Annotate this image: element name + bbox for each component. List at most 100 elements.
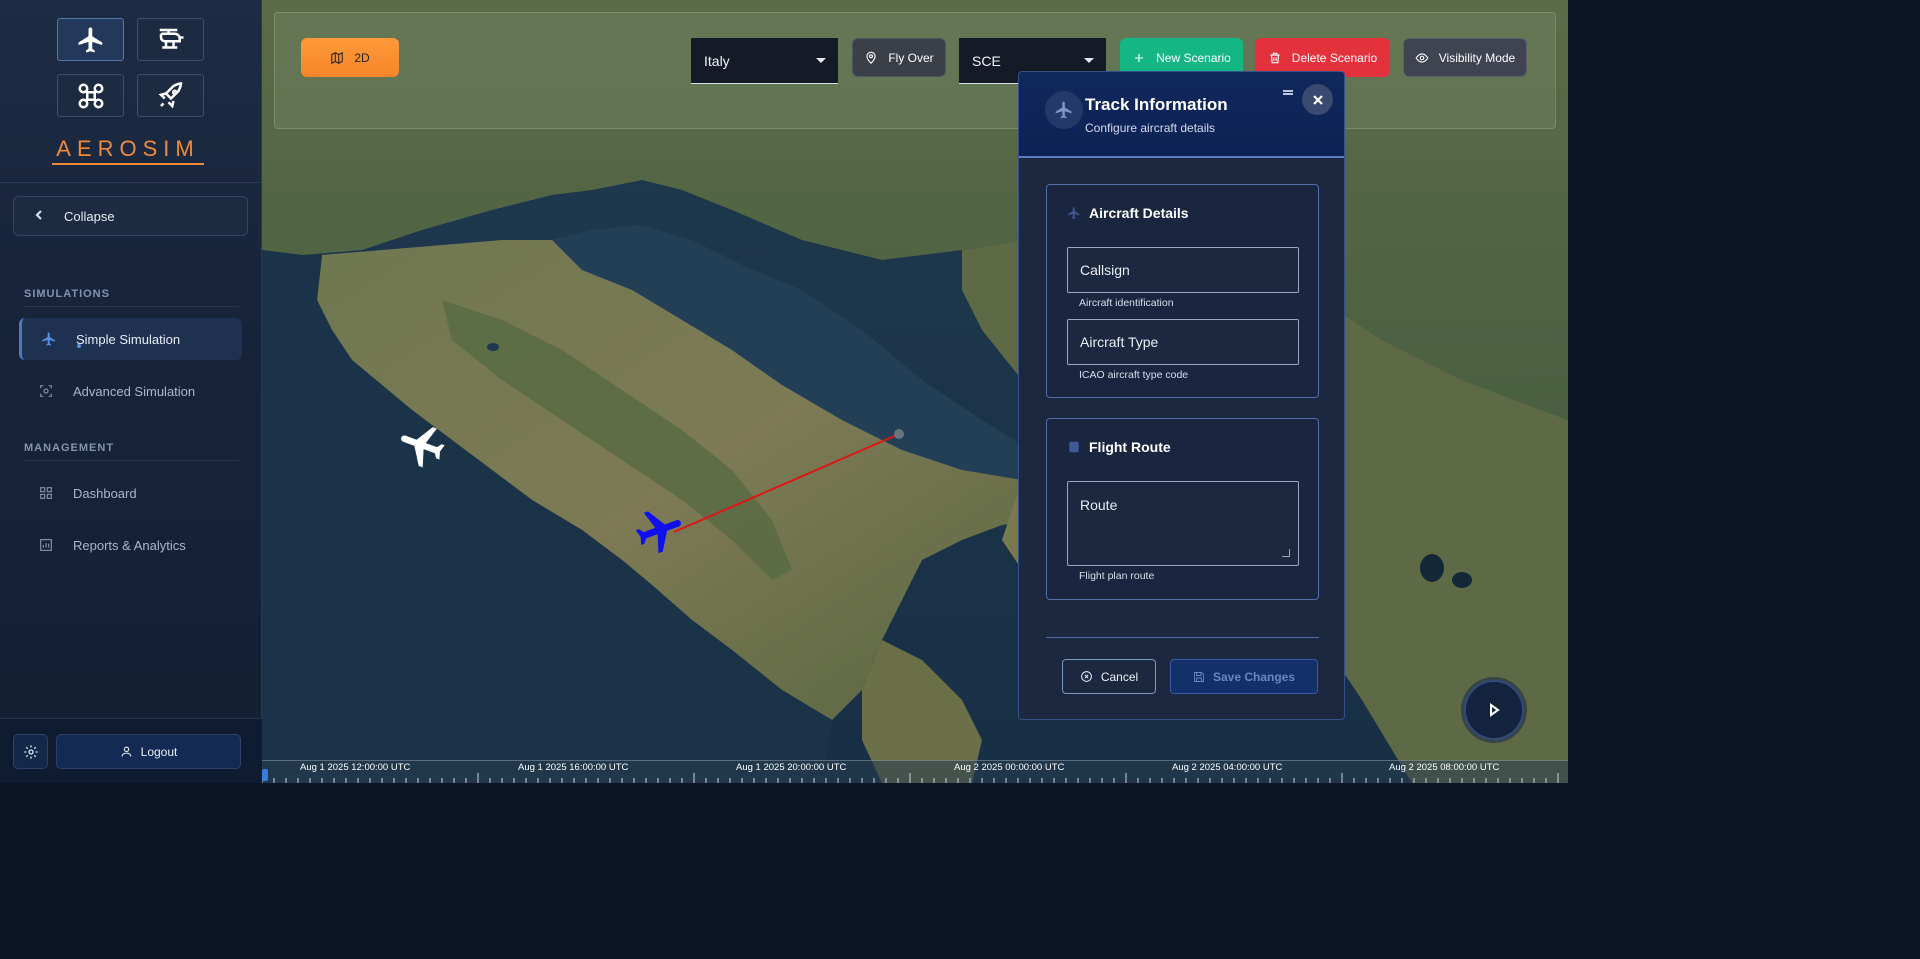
flight-route-title: Flight Route [1089, 439, 1171, 455]
settings-button[interactable] [13, 734, 48, 769]
white-aircraft-icon[interactable] [390, 418, 454, 470]
sidebar-item-dashboard[interactable]: Dashboard [19, 472, 242, 514]
collapse-label: Collapse [64, 208, 115, 224]
cancel-button[interactable]: Cancel [1062, 659, 1156, 694]
save-label: Save Changes [1212, 669, 1296, 684]
fly-over-button[interactable]: Fly Over [852, 38, 946, 77]
airplane-icon [1067, 206, 1081, 220]
airplane-icon [22, 331, 76, 347]
route-icon [1067, 440, 1081, 454]
sidebar-footer: Logout [0, 718, 262, 783]
location-pin-icon [866, 51, 876, 64]
sidebar-item-label: Advanced Simulation [73, 383, 196, 399]
sidebar-item-label: Reports & Analytics [73, 537, 186, 553]
route-placeholder: Route [1080, 497, 1118, 513]
panel-title: Track Information [1085, 95, 1228, 114]
callsign-placeholder: Callsign [1080, 262, 1130, 278]
map-icon [331, 51, 344, 64]
route-endpoint [894, 429, 904, 439]
timeline[interactable]: Aug 1 2025 12:00:00 UTC Aug 1 2025 16:00… [262, 760, 1568, 783]
chevron-left-icon [14, 208, 64, 224]
timeline-cursor[interactable] [262, 769, 268, 781]
vehicle-drone-button[interactable] [57, 74, 124, 117]
trash-icon [1270, 52, 1280, 63]
close-button[interactable] [1302, 84, 1333, 115]
grid-icon [19, 485, 73, 501]
sidebar-item-label: Dashboard [73, 485, 137, 501]
aircraft-type-field[interactable]: Aircraft Type [1067, 319, 1299, 365]
collapse-button[interactable]: Collapse [13, 196, 248, 236]
track-information-panel: Track Information Configure aircraft det… [1018, 71, 1345, 720]
vehicle-airplane-button[interactable] [57, 18, 124, 61]
section-divider [24, 460, 239, 461]
active-indicator-dot [77, 344, 81, 348]
flight-route-card: Flight Route Route Flight plan route [1046, 418, 1319, 600]
callsign-help: Aircraft identification [1079, 297, 1174, 309]
helicopter-icon [159, 28, 183, 49]
app-logo: AEROSIM [56, 136, 200, 161]
new-scenario-label: New Scenario [1156, 50, 1231, 65]
aircraft-details-card: Aircraft Details Callsign Aircraft ident… [1046, 184, 1319, 398]
timeline-label: Aug 2 2025 04:00:00 UTC [1172, 762, 1283, 773]
panel-header: Track Information Configure aircraft det… [1019, 72, 1344, 158]
save-icon [1194, 671, 1204, 682]
route-textarea[interactable]: Route [1067, 481, 1299, 566]
visibility-mode-button[interactable]: Visibility Mode [1403, 38, 1527, 77]
timeline-label: Aug 2 2025 08:00:00 UTC [1389, 762, 1500, 773]
section-management: MANAGEMENT [24, 442, 115, 454]
resize-handle[interactable] [1282, 549, 1290, 557]
sidebar: AEROSIM Collapse SIMULATIONS Simple Simu… [0, 0, 262, 783]
vehicle-helicopter-button[interactable] [137, 18, 204, 61]
timeline-label: Aug 1 2025 16:00:00 UTC [518, 762, 629, 773]
timeline-label: Aug 2 2025 00:00:00 UTC [954, 762, 1065, 773]
close-icon [1312, 94, 1323, 105]
logout-label: Logout [140, 744, 178, 759]
timeline-ticks [262, 773, 1559, 783]
play-icon [1490, 703, 1500, 717]
bar-chart-icon [19, 537, 73, 553]
drone-icon [78, 83, 103, 108]
airplane-icon [1045, 91, 1083, 129]
play-button[interactable] [1464, 680, 1524, 740]
logout-button[interactable]: Logout [56, 734, 241, 769]
airplane-icon [78, 27, 102, 52]
chevron-down-icon [816, 58, 826, 63]
vehicle-rocket-button[interactable] [137, 74, 204, 117]
rocket-icon [158, 81, 182, 108]
vehicle-type-grid [57, 18, 204, 117]
aircraft-type-placeholder: Aircraft Type [1080, 334, 1159, 350]
chevron-down-icon [1084, 58, 1094, 63]
timeline-label: Aug 1 2025 12:00:00 UTC [300, 762, 411, 773]
region-select-value: Italy [704, 52, 730, 69]
scenario-select-value: SCE [972, 52, 1001, 69]
section-divider [24, 306, 239, 307]
aircraft-details-title: Aircraft Details [1089, 205, 1189, 221]
fly-over-label: Fly Over [888, 50, 934, 65]
visibility-mode-label: Visibility Mode [1438, 50, 1516, 65]
cancel-circle-icon [1080, 671, 1092, 682]
sidebar-divider [0, 182, 262, 183]
timeline-label: Aug 1 2025 20:00:00 UTC [736, 762, 847, 773]
callsign-field[interactable]: Callsign [1067, 247, 1299, 293]
logo-underline [52, 163, 204, 165]
aircraft-type-help: ICAO aircraft type code [1079, 369, 1189, 381]
delete-scenario-label: Delete Scenario [1291, 50, 1378, 65]
scan-icon [19, 383, 73, 399]
sidebar-item-advanced-simulation[interactable]: Advanced Simulation [19, 370, 242, 412]
sidebar-item-reports-analytics[interactable]: Reports & Analytics [19, 524, 242, 566]
save-changes-button[interactable]: Save Changes [1170, 659, 1318, 694]
view-mode-label: 2D [354, 50, 370, 65]
app-root: 2D Italy Fly Over SCE New Scenario Delet… [0, 0, 1568, 783]
minimize-icon[interactable] [1283, 90, 1293, 95]
section-simulations: SIMULATIONS [24, 288, 110, 300]
blue-aircraft-icon[interactable] [628, 504, 692, 558]
sidebar-item-label: Simple Simulation [76, 331, 181, 347]
panel-footer-divider [1046, 637, 1319, 638]
gear-icon [23, 744, 38, 759]
sidebar-item-simple-simulation[interactable]: Simple Simulation [19, 318, 242, 360]
view-mode-2d-button[interactable]: 2D [301, 38, 399, 77]
plus-icon [1135, 53, 1144, 62]
eye-icon [1415, 52, 1429, 63]
region-select[interactable]: Italy [691, 38, 838, 84]
route-help: Flight plan route [1079, 570, 1155, 582]
